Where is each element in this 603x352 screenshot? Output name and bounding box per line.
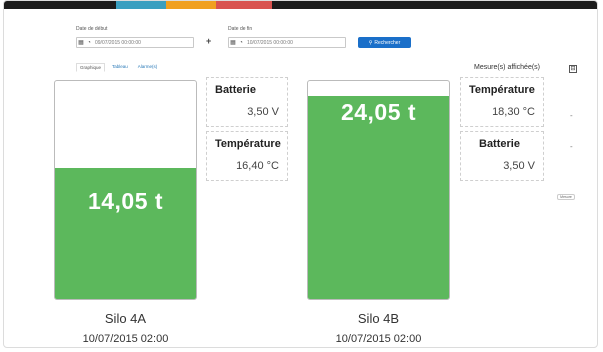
silo-name: Silo 4B: [357, 311, 400, 326]
app-frame: Date de début ▦ ◔ 09/07/2015 00:00:00 + …: [3, 0, 598, 348]
silo-date: 10/07/2015 02:00: [82, 333, 169, 345]
view-tabs: Graphique Tableau Alarme(s): [76, 63, 160, 72]
collapse-icon[interactable]: ⊟: [569, 65, 577, 73]
side-dash: -: [570, 142, 573, 151]
tab-alarmes[interactable]: Alarme(s): [135, 63, 161, 72]
top-bar-segment-blue: [116, 1, 166, 9]
start-date-label: Date de début: [76, 26, 108, 32]
search-icon: ⚲: [368, 39, 373, 46]
silo-weight: 14,05 t: [87, 188, 164, 214]
side-dash: -: [570, 111, 573, 120]
measure-title: Batterie: [479, 138, 520, 150]
measure-title: Batterie: [215, 84, 256, 96]
tab-tableau[interactable]: Tableau: [109, 63, 131, 72]
measure-card-temperature: Température 18,30 °C: [460, 77, 544, 127]
measure-card-temperature: Température 16,40 °C: [206, 131, 288, 181]
range-separator: +: [206, 36, 212, 46]
top-bar-segment-orange: [166, 1, 216, 9]
measure-title: Température: [215, 138, 281, 150]
top-color-bar: [4, 1, 597, 9]
measure-mini-button[interactable]: Mesure: [557, 194, 575, 200]
calendar-icon[interactable]: ▦: [77, 39, 85, 46]
measure-value: 16,40 °C: [236, 160, 279, 172]
start-date-value: 09/07/2015 00:00:00: [95, 39, 141, 46]
start-date-input[interactable]: ▦ ◔ 09/07/2015 00:00:00: [76, 37, 194, 48]
search-button-label: Rechercher: [374, 39, 401, 46]
tab-graphique[interactable]: Graphique: [76, 63, 106, 72]
silo-fill: [308, 96, 449, 299]
measure-title: Température: [469, 84, 535, 96]
clock-icon[interactable]: ◔: [237, 40, 245, 46]
measure-value: 3,50 V: [247, 106, 279, 118]
measure-card-battery: Batterie 3,50 V: [460, 131, 544, 181]
calendar-icon[interactable]: ▦: [229, 39, 237, 46]
measure-value: 18,30 °C: [492, 106, 535, 118]
silo-gauge-4a: 14,05 t: [54, 80, 197, 300]
search-button[interactable]: ⚲ Rechercher: [358, 37, 411, 48]
measure-value: 3,50 V: [503, 160, 535, 172]
silo-date: 10/07/2015 02:00: [335, 333, 422, 345]
top-bar-segment-red: [216, 1, 272, 9]
measure-card-battery: Batterie 3,50 V: [206, 77, 288, 127]
measures-displayed-label[interactable]: Mesure(s) affichée(s): [474, 64, 540, 71]
silo-gauge-4b: 24,05 t: [307, 80, 450, 300]
end-date-label: Date de fin: [228, 26, 253, 32]
silo-weight: 24,05 t: [340, 99, 417, 125]
clock-icon[interactable]: ◔: [85, 40, 93, 46]
silo-name: Silo 4A: [104, 311, 147, 326]
end-date-value: 10/07/2015 00:00:00: [247, 39, 293, 46]
end-date-input[interactable]: ▦ ◔ 10/07/2015 00:00:00: [228, 37, 346, 48]
